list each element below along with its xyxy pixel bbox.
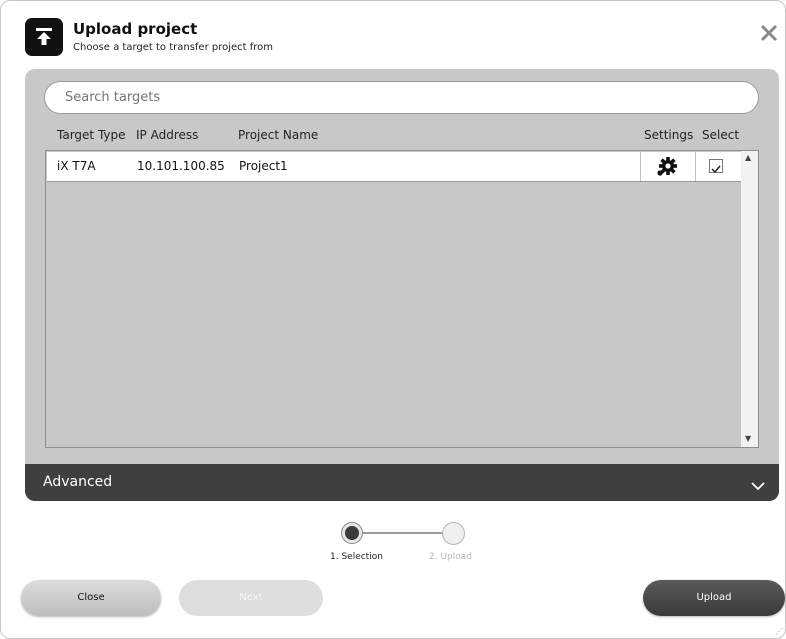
column-header-project-name[interactable]: Project Name — [238, 128, 318, 142]
checkbox-checked-icon — [711, 165, 721, 174]
advanced-label: Advanced — [43, 474, 113, 490]
close-icon[interactable] — [758, 22, 780, 44]
chevron-down-icon[interactable] — [751, 476, 765, 495]
column-divider — [695, 152, 696, 181]
targets-list: iX T7A 10.101.100.85 Project1 ▲ ▼ — [45, 150, 759, 448]
step-1-indicator — [341, 522, 363, 544]
upload-button[interactable]: Upload — [643, 580, 785, 616]
column-header-target-type[interactable]: Target Type — [57, 128, 126, 142]
table-row[interactable]: iX T7A 10.101.100.85 Project1 — [47, 152, 741, 182]
close-button[interactable]: Close — [21, 580, 161, 616]
dialog-subtitle: Choose a target to transfer project from — [73, 42, 274, 53]
project-name-cell: Project1 — [239, 159, 288, 173]
select-checkbox[interactable] — [709, 159, 723, 174]
vertical-scrollbar[interactable]: ▲ ▼ — [741, 151, 758, 447]
targets-panel: Target Type IP Address Project Name Sett… — [25, 69, 779, 501]
search-input[interactable] — [44, 81, 759, 114]
step-2-indicator — [442, 522, 465, 545]
column-header-settings: Settings — [644, 128, 694, 142]
dialog-title: Upload project — [73, 20, 198, 38]
resize-grip-icon[interactable]: ⋰ — [775, 628, 783, 636]
upload-icon — [25, 18, 63, 56]
step-connector — [363, 532, 443, 534]
scroll-down-icon[interactable]: ▼ — [745, 435, 751, 443]
step-2-label: 2. Upload — [429, 552, 472, 562]
column-header-ip-address[interactable]: IP Address — [136, 128, 198, 142]
column-divider — [640, 152, 641, 181]
upload-project-dialog: Upload project Choose a target to transf… — [0, 0, 786, 639]
step-1-label: 1. Selection — [330, 552, 383, 562]
next-button[interactable]: Next — [179, 580, 323, 616]
gear-icon[interactable] — [656, 157, 678, 177]
column-header-select: Select — [702, 128, 740, 142]
advanced-section-toggle[interactable]: Advanced — [25, 464, 779, 501]
target-type-cell: iX T7A — [57, 159, 96, 173]
ip-address-cell: 10.101.100.85 — [137, 159, 225, 173]
scroll-up-icon[interactable]: ▲ — [745, 154, 751, 162]
